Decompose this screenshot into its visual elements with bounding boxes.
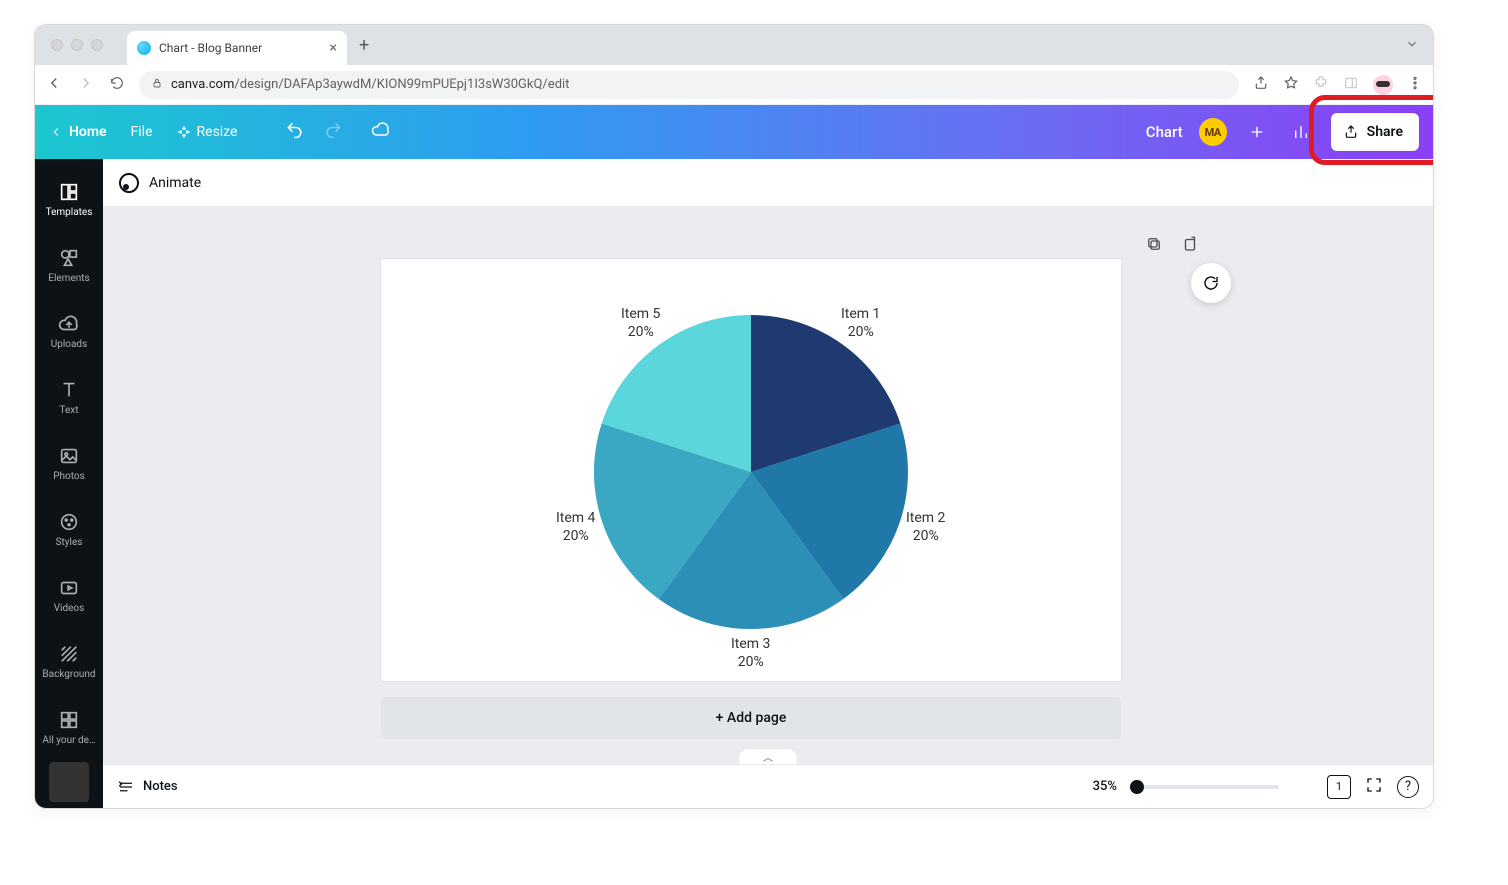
- url-right: [1253, 75, 1423, 95]
- sidebar-item-label: Uploads: [51, 339, 87, 350]
- context-bar: Animate: [103, 159, 1433, 207]
- sidebar-item-label: Background: [42, 669, 95, 680]
- page-indicator[interactable]: 1: [1327, 775, 1351, 799]
- titlebar: Chart - Blog Banner × +: [35, 25, 1433, 65]
- panel-icon[interactable]: [1343, 75, 1359, 95]
- sidebar-item-label: Elements: [48, 273, 89, 284]
- forward-icon: [77, 74, 95, 96]
- sidebar-item-photos[interactable]: Photos: [35, 431, 103, 495]
- add-page-label: + Add page: [716, 710, 787, 726]
- home-label: Home: [69, 124, 107, 140]
- notes-button[interactable]: Notes: [117, 778, 178, 796]
- insights-icon[interactable]: [1287, 118, 1315, 146]
- sidebar-item-uploads[interactable]: Uploads: [35, 299, 103, 363]
- minimize-dot[interactable]: [71, 39, 83, 51]
- help-icon[interactable]: ?: [1397, 776, 1419, 798]
- close-tab-icon[interactable]: ×: [330, 40, 337, 56]
- left-sidebar: Templates Elements Uploads Text Photos: [35, 159, 103, 808]
- app: Home File Resize Chart MA: [35, 105, 1433, 808]
- redo-icon: [323, 120, 343, 144]
- pie-slice-label: Item 520%: [621, 305, 660, 341]
- sidebar-item-elements[interactable]: Elements: [35, 233, 103, 297]
- file-menu[interactable]: File: [131, 124, 153, 140]
- sidebar-item-styles[interactable]: Styles: [35, 497, 103, 561]
- share-button[interactable]: Share: [1331, 113, 1419, 151]
- topbar-right: Chart MA Share: [1146, 113, 1419, 151]
- back-icon[interactable]: [45, 74, 63, 96]
- editor-column: Animate Item 120%Item 220%Item: [103, 159, 1433, 808]
- sidebar-item-label: Templates: [46, 207, 93, 218]
- regenerate-button[interactable]: [1191, 263, 1231, 303]
- zoom-control: 35%: [1093, 779, 1279, 794]
- lock-icon: [151, 77, 163, 93]
- pie-slice-label: Item 320%: [731, 635, 770, 671]
- new-tab-button[interactable]: +: [359, 35, 369, 56]
- reload-icon[interactable]: [109, 75, 125, 95]
- fullscreen-icon[interactable]: [1365, 776, 1383, 798]
- sidebar-bottom-thumbnail[interactable]: [49, 762, 89, 802]
- share-url-icon[interactable]: [1253, 75, 1269, 95]
- nav-icons: [45, 74, 125, 96]
- pie-slice-label: Item 120%: [841, 305, 880, 341]
- star-icon[interactable]: [1283, 75, 1299, 95]
- collapse-handle[interactable]: ︿: [738, 748, 798, 764]
- pie-chart[interactable]: Item 120% Item 220% Item 320% Item 420% Item…: [381, 259, 1121, 681]
- pie-slice-label: Item 220%: [906, 509, 945, 545]
- pie-slice-label: Item 420%: [556, 509, 595, 545]
- share-label: Share: [1367, 124, 1403, 140]
- undo-redo-group: [285, 120, 391, 144]
- sidebar-item-text[interactable]: Text: [35, 365, 103, 429]
- tabs-overflow-icon[interactable]: [1405, 36, 1419, 55]
- add-page-button[interactable]: + Add page: [381, 697, 1121, 739]
- animate-icon: [119, 173, 139, 193]
- user-avatar-badge[interactable]: MA: [1199, 118, 1227, 146]
- url-field[interactable]: canva.com/design/DAFAp3aywdM/KION99mPUEp…: [139, 71, 1239, 99]
- below-topbar: Templates Elements Uploads Text Photos: [35, 159, 1433, 808]
- browser-tab[interactable]: Chart - Blog Banner ×: [127, 31, 347, 65]
- sidebar-item-label: Styles: [56, 537, 83, 548]
- sidebar-item-label: Photos: [53, 471, 85, 482]
- sidebar-item-more[interactable]: All your de…: [35, 695, 103, 759]
- page-count-label: 1: [1336, 780, 1342, 793]
- sidebar-item-label: Videos: [54, 603, 85, 614]
- sidebar-item-background[interactable]: Background: [35, 629, 103, 693]
- traffic-lights: [35, 39, 103, 51]
- new-page-icon[interactable]: [1181, 235, 1199, 257]
- home-button[interactable]: Home: [49, 124, 107, 140]
- zoom-dot[interactable]: [91, 39, 103, 51]
- tab-favicon: [137, 41, 151, 55]
- page-actions: [1145, 235, 1199, 257]
- sidebar-item-templates[interactable]: Templates: [35, 167, 103, 231]
- app-topbar: Home File Resize Chart MA: [35, 105, 1433, 159]
- canvas-page[interactable]: Item 120% Item 220% Item 320% Item 420% Item…: [381, 259, 1121, 681]
- sidebar-item-label: Text: [59, 405, 78, 416]
- resize-label: Resize: [197, 124, 238, 140]
- topbar-left: Home File Resize: [49, 120, 391, 144]
- browser-window: Chart - Blog Banner × + canva.com/design…: [34, 24, 1434, 809]
- notes-label: Notes: [143, 779, 178, 794]
- cloud-sync-icon[interactable]: [371, 120, 391, 144]
- sidebar-item-videos[interactable]: Videos: [35, 563, 103, 627]
- close-dot[interactable]: [51, 39, 63, 51]
- tab-title: Chart - Blog Banner: [159, 41, 262, 55]
- url-text: canva.com/design/DAFAp3aywdM/KION99mPUEp…: [171, 77, 569, 92]
- footer-bar: Notes 35% 1 ?: [103, 764, 1433, 808]
- zoom-value[interactable]: 35%: [1093, 779, 1117, 794]
- resize-button[interactable]: Resize: [177, 124, 238, 140]
- undo-icon[interactable]: [285, 120, 305, 144]
- profile-avatar-icon[interactable]: [1373, 75, 1393, 95]
- add-collab-icon[interactable]: [1243, 118, 1271, 146]
- url-bar: canva.com/design/DAFAp3aywdM/KION99mPUEp…: [35, 65, 1433, 105]
- sidebar-item-label: All your de…: [42, 735, 95, 746]
- extensions-icon[interactable]: [1313, 75, 1329, 95]
- kebab-icon[interactable]: [1407, 75, 1423, 95]
- duplicate-page-icon[interactable]: [1145, 235, 1163, 257]
- zoom-slider[interactable]: [1129, 785, 1279, 789]
- document-title[interactable]: Chart: [1146, 123, 1183, 141]
- animate-button[interactable]: Animate: [119, 173, 201, 193]
- canvas-area[interactable]: Item 120% Item 220% Item 320% Item 420% Item…: [103, 207, 1433, 764]
- zoom-thumb[interactable]: [1130, 780, 1144, 794]
- animate-label: Animate: [149, 175, 201, 191]
